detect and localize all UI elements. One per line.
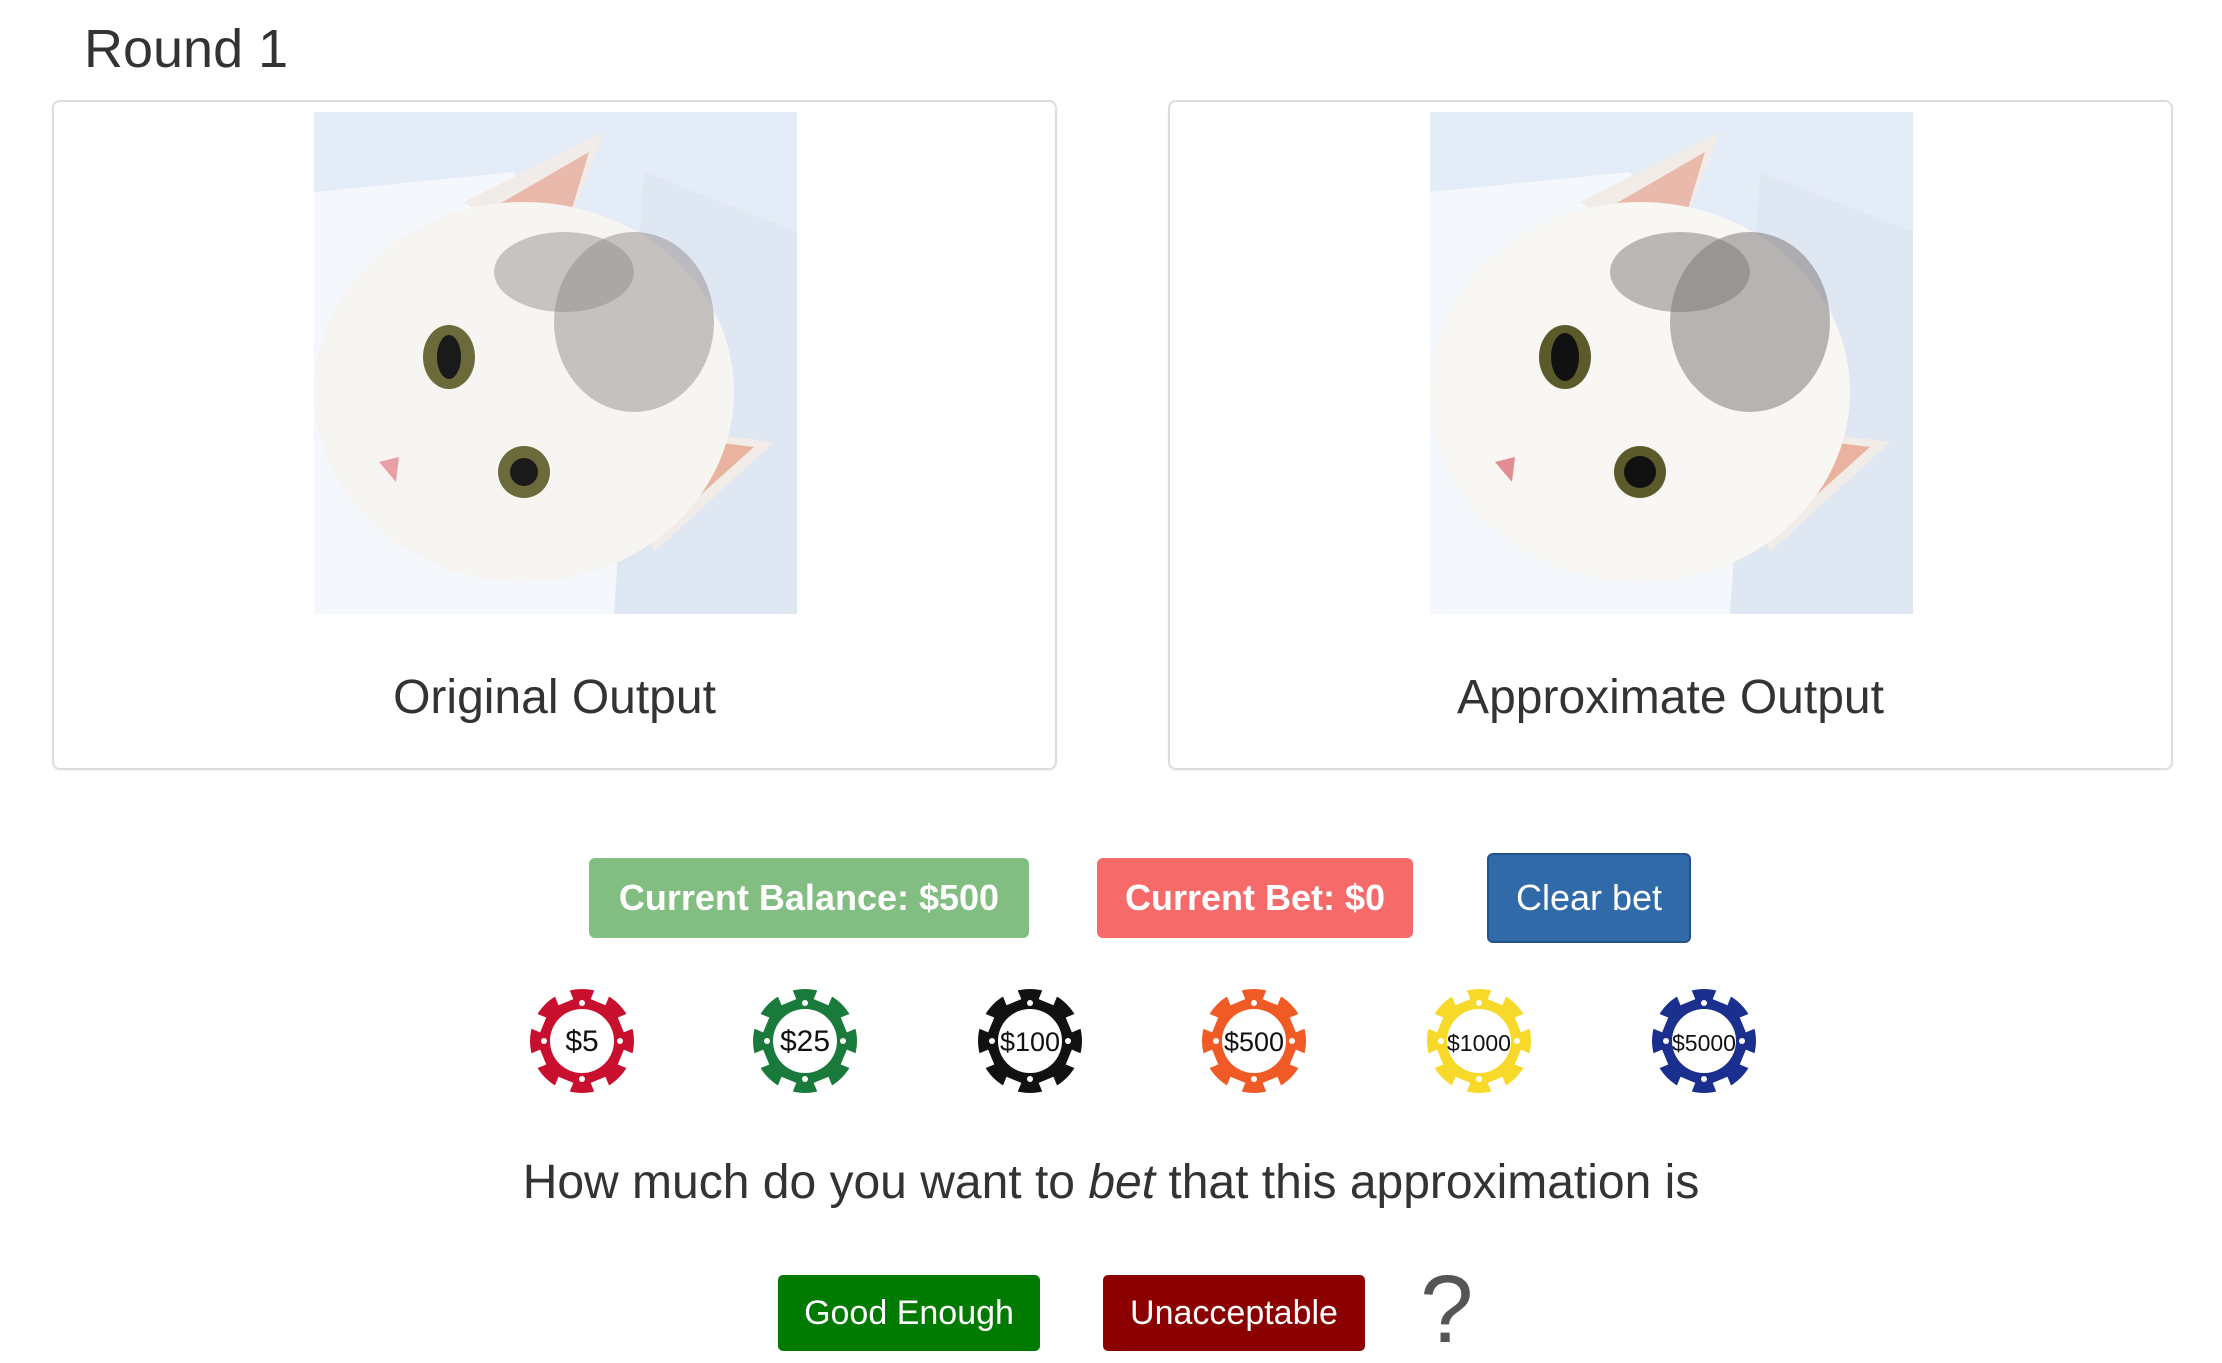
approximate-output-panel: Approximate Output [1168,100,2173,770]
good-enough-button[interactable]: Good Enough [778,1275,1040,1351]
bet-value: $0 [1344,877,1386,918]
unacceptable-button[interactable]: Unacceptable [1103,1275,1365,1351]
approximate-cat-image [1430,112,1913,614]
question-emphasis: bet [1088,1156,1156,1209]
chip-25[interactable]: $25 [749,985,861,1097]
question-text-before: How much do you want to [522,1156,1089,1209]
chip-500[interactable]: $500 [1198,985,1310,1097]
bet-label: Current Bet: [1124,877,1335,918]
round-title: Round 1 [84,19,289,79]
chip-1000[interactable]: $1000 [1423,985,1535,1097]
chip-25-icon: $25 [752,988,858,1094]
chip-label: $500 [1224,1027,1284,1057]
chip-5-icon: $5 [529,988,635,1094]
original-cat-image [314,112,797,614]
chip-500-icon: $500 [1201,988,1307,1094]
balance-label: Current Balance: [618,877,909,918]
chip-5000[interactable]: $5000 [1648,985,1760,1097]
bet-question: How much do you want to bet that this ap… [0,1155,2222,1210]
current-bet-badge: Current Bet: $0 [1097,858,1413,938]
question-mark: ? [1420,1256,1474,1363]
chip-100[interactable]: $100 [974,985,1086,1097]
chip-100-icon: $100 [977,988,1083,1094]
question-text-after: that this approximation is [1155,1156,1700,1209]
chip-5[interactable]: $5 [526,985,638,1097]
balance-value: $500 [918,877,1000,918]
approximate-output-caption: Approximate Output [1457,671,1884,724]
clear-bet-button[interactable]: Clear bet [1487,853,1691,943]
current-balance-badge: Current Balance: $500 [589,858,1029,938]
chip-label: $100 [1000,1027,1060,1057]
chip-1000-icon: $1000 [1426,988,1532,1094]
original-output-panel: Original Output [52,100,1057,770]
chip-label: $5000 [1672,1030,1736,1056]
original-output-caption: Original Output [393,671,716,724]
chip-5000-icon: $5000 [1651,988,1757,1094]
chip-label: $5 [565,1025,598,1058]
chip-label: $1000 [1447,1030,1511,1056]
chip-label: $25 [780,1025,830,1058]
